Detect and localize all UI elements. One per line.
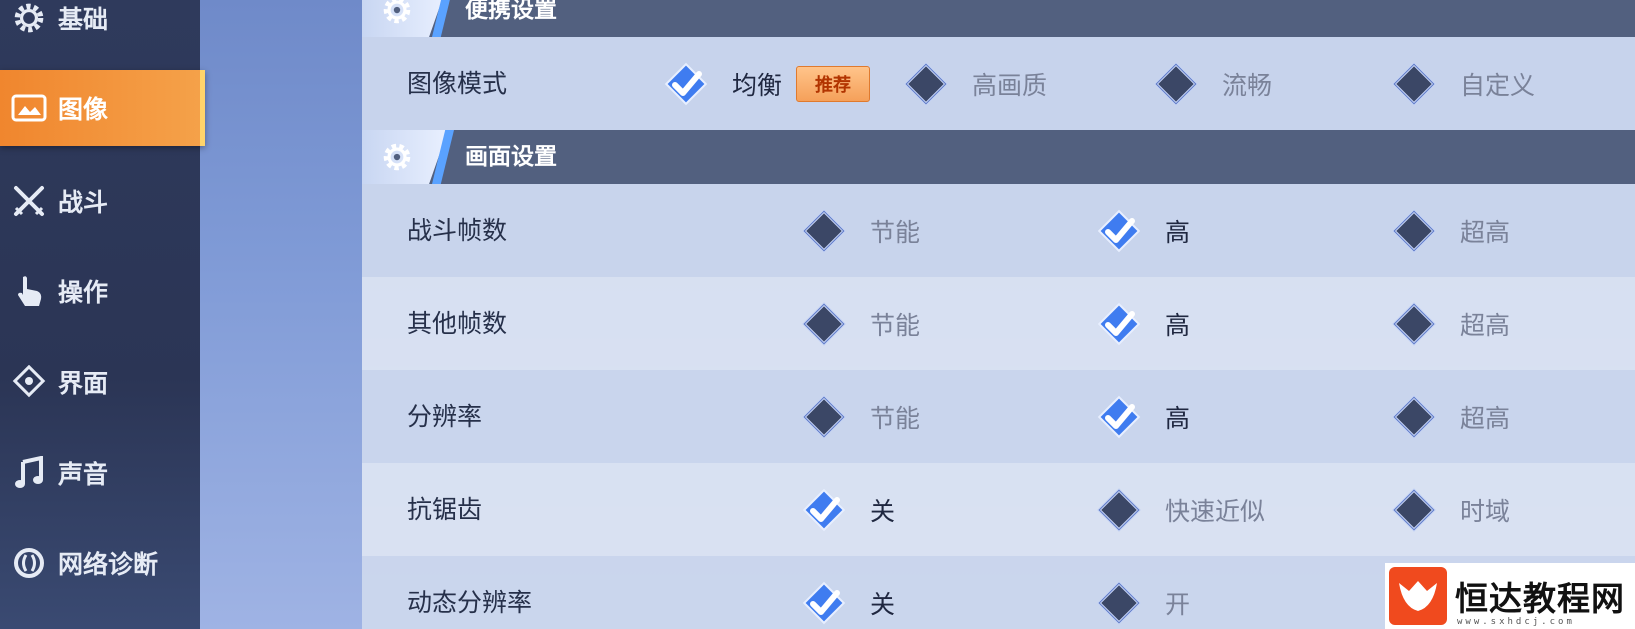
check-icon [800, 486, 848, 534]
settings-panel: 便携设置 图像模式 均衡 推荐 高画质 流畅 自定义 画面设置 战斗帧数 节能 … [362, 0, 1635, 629]
sidebar-item-label: 网络诊断 [58, 550, 159, 579]
diamond-icon [800, 393, 848, 441]
section-header-display: 画面设置 [362, 130, 1635, 184]
gear-icon [380, 140, 414, 174]
option-power-save[interactable]: 节能 [800, 370, 920, 463]
diamond-icon [1390, 207, 1438, 255]
crossed-swords-icon [10, 182, 48, 220]
sidebar-item-sound[interactable]: 声音 [0, 435, 200, 511]
option-smooth[interactable]: 流畅 [1152, 37, 1272, 130]
section-title: 便携设置 [465, 0, 557, 23]
section-header-convenient: 便携设置 [362, 0, 1635, 37]
option-high[interactable]: 高 [1095, 370, 1190, 463]
option-off[interactable]: 关 [800, 463, 895, 556]
sidebar-item-controls[interactable]: 操作 [0, 253, 200, 329]
diamond-icon [902, 60, 950, 108]
diamond-icon [800, 300, 848, 348]
sidebar: 基础 图像 战斗 操作 界面 声音 网络诊断 [0, 0, 205, 629]
option-balanced[interactable]: 均衡 推荐 [662, 37, 871, 130]
check-icon [1095, 300, 1143, 348]
diamond-icon [1390, 393, 1438, 441]
option-on[interactable]: 开 [1095, 556, 1190, 629]
section-title: 画面设置 [465, 143, 557, 170]
row-label: 其他帧数 [407, 309, 508, 338]
music-note-icon [10, 454, 48, 492]
row-image-mode: 图像模式 均衡 推荐 高画质 流畅 自定义 [362, 37, 1635, 130]
option-custom[interactable]: 自定义 [1390, 37, 1535, 130]
sidebar-item-image[interactable]: 图像 [0, 70, 205, 146]
sidebar-item-label: 战斗 [58, 188, 109, 217]
watermark-logo-icon [1389, 567, 1447, 625]
diamond-icon [1095, 579, 1143, 627]
row-resolution: 分辨率 节能 高 超高 [362, 370, 1635, 463]
sidebar-item-label: 基础 [58, 5, 109, 34]
diamond-icon [1390, 486, 1438, 534]
option-high[interactable]: 高 [1095, 184, 1190, 277]
row-label: 分辨率 [407, 402, 483, 431]
option-off[interactable]: 关 [800, 556, 895, 629]
row-label: 战斗帧数 [407, 216, 508, 245]
check-icon [1095, 207, 1143, 255]
diamond-icon [1390, 60, 1438, 108]
check-icon [662, 60, 710, 108]
row-battle-fps: 战斗帧数 节能 高 超高 [362, 184, 1635, 277]
sidebar-item-interface[interactable]: 界面 [0, 344, 200, 420]
diamond-icon [1152, 60, 1200, 108]
sidebar-item-label: 界面 [58, 369, 109, 398]
recommend-badge: 推荐 [796, 65, 871, 102]
option-power-save[interactable]: 节能 [800, 277, 920, 370]
diamond-icon [800, 207, 848, 255]
interface-icon [10, 363, 48, 401]
option-ultra[interactable]: 超高 [1390, 370, 1510, 463]
image-icon [10, 89, 48, 127]
diamond-icon [1095, 486, 1143, 534]
option-ultra[interactable]: 超高 [1390, 277, 1510, 370]
diamond-icon [1390, 300, 1438, 348]
check-icon [800, 579, 848, 627]
row-label: 动态分辨率 [407, 588, 533, 617]
gear-icon [380, 0, 414, 27]
sidebar-item-label: 图像 [58, 95, 109, 124]
row-anti-aliasing: 抗锯齿 关 快速近似 时域 [362, 463, 1635, 556]
watermark-text: 恒达教程网 [1455, 579, 1625, 618]
option-high-quality[interactable]: 高画质 [902, 37, 1047, 130]
sidebar-item-basic[interactable]: 基础 [0, 0, 200, 56]
watermark: 恒达教程网 www.sxhdcj.com [1385, 563, 1635, 629]
row-label: 抗锯齿 [407, 495, 483, 524]
sidebar-item-battle[interactable]: 战斗 [0, 163, 200, 239]
network-icon [10, 544, 48, 582]
sidebar-item-network[interactable]: 网络诊断 [0, 525, 200, 601]
check-icon [1095, 393, 1143, 441]
option-ultra[interactable]: 超高 [1390, 184, 1510, 277]
option-power-save[interactable]: 节能 [800, 184, 920, 277]
hand-pointer-icon [10, 272, 48, 310]
gear-icon [10, 0, 48, 37]
sidebar-item-label: 操作 [58, 278, 109, 307]
option-fxaa[interactable]: 快速近似 [1095, 463, 1265, 556]
option-taa[interactable]: 时域 [1390, 463, 1510, 556]
row-label: 图像模式 [407, 69, 508, 98]
option-high[interactable]: 高 [1095, 277, 1190, 370]
watermark-url: www.sxhdcj.com [1457, 617, 1575, 627]
sidebar-item-label: 声音 [58, 460, 109, 489]
row-other-fps: 其他帧数 节能 高 超高 [362, 277, 1635, 370]
